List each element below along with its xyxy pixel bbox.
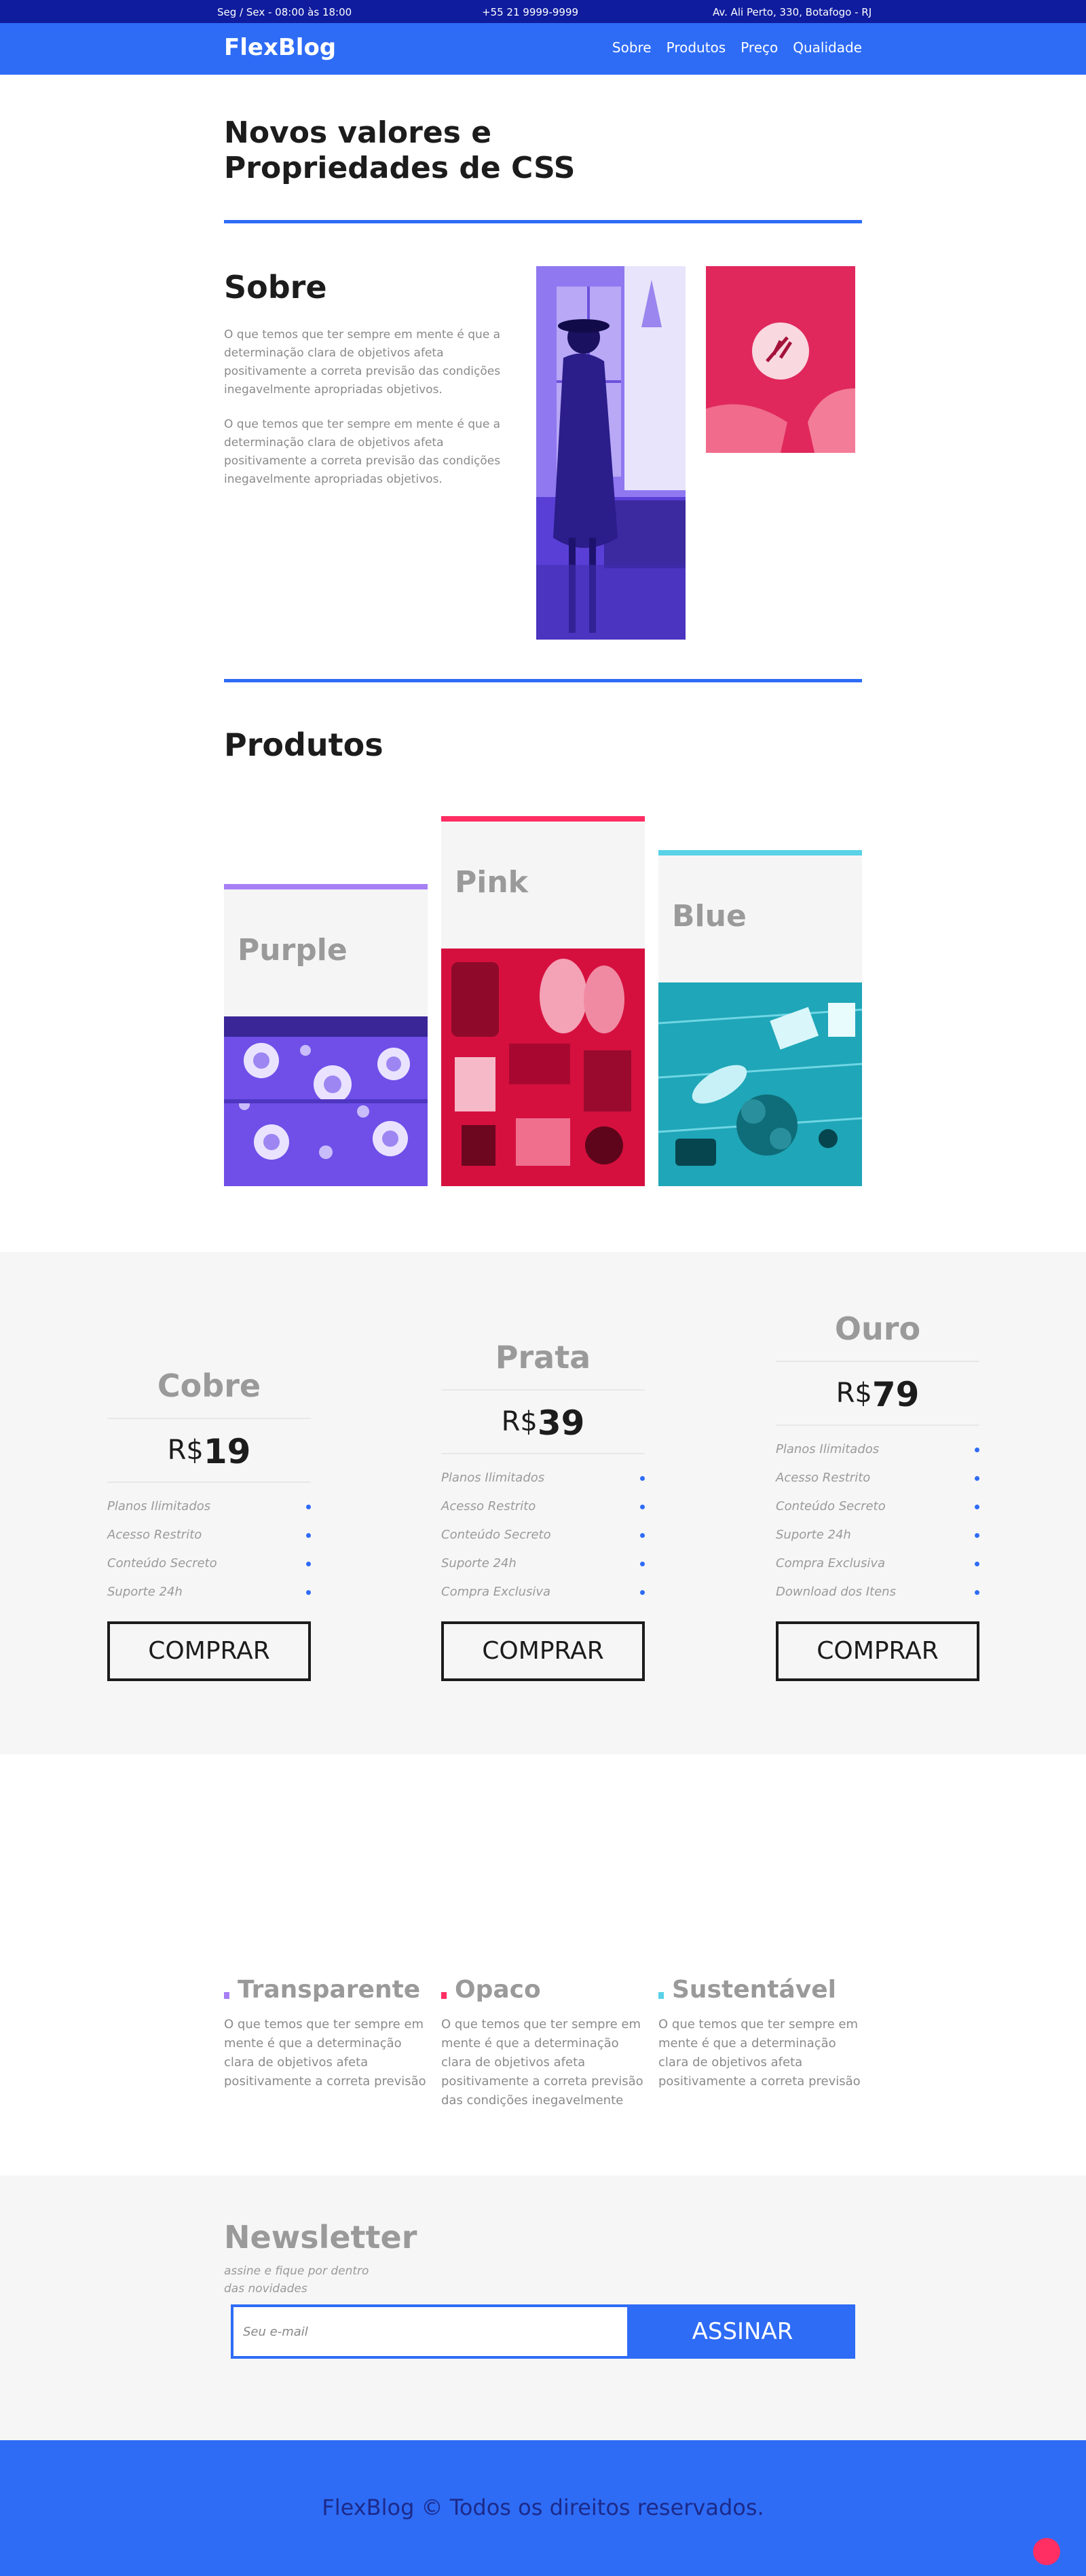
quality-item-title: Sustentável	[658, 1976, 862, 2002]
quality-item-text: O que temos que ter sempre em mente é qu…	[224, 2017, 426, 2089]
card-accent-bar	[224, 884, 428, 889]
feature-item: Conteúdo Secreto	[441, 1521, 645, 1549]
quality-item-sustentavel: Sustentável O que temos que ter sempre e…	[658, 1976, 862, 2091]
feature-item: Suporte 24h	[776, 1521, 979, 1549]
plan-name: Prata	[495, 1339, 591, 1376]
nav-link-produtos[interactable]: Produtos	[667, 39, 726, 56]
section-divider	[224, 220, 862, 223]
feature-item: Conteúdo Secreto	[107, 1549, 311, 1578]
quality-item-transparente: Transparente O que temos que ter sempre …	[224, 1976, 428, 2091]
price-value: 19	[203, 1432, 251, 1471]
price-value: 39	[537, 1403, 585, 1443]
chat-bubble-icon[interactable]	[1033, 2538, 1060, 2565]
feature-list: Planos Ilimitados Acesso Restrito Conteú…	[441, 1464, 645, 1606]
product-card-label: Blue	[672, 899, 747, 934]
nav-link-preco[interactable]: Preço	[741, 39, 778, 56]
feature-item: Acesso Restrito	[107, 1521, 311, 1549]
woman-at-window-photo	[536, 266, 686, 640]
table-setting-photo	[224, 1016, 428, 1186]
newsletter-title: Newsletter	[224, 2219, 417, 2256]
site-footer: FlexBlog © Todos os direitos reservados.	[0, 2440, 1086, 2576]
product-card-purple[interactable]: Purple	[224, 884, 428, 1186]
flatlay-boots-photo	[441, 949, 645, 1186]
product-card-blue[interactable]: Blue	[658, 850, 862, 1186]
price-value: 79	[872, 1375, 920, 1414]
feature-item: Planos Ilimitados	[441, 1464, 645, 1492]
flatlay-flowers-photo	[658, 982, 862, 1186]
card-accent-bar	[658, 850, 862, 855]
pricing-section: Cobre R$19 Planos Ilimitados Acesso Rest…	[0, 1252, 1086, 1754]
quality-item-opaco: Opaco O que temos que ter sempre em ment…	[441, 1976, 645, 2110]
nav-link-sobre[interactable]: Sobre	[612, 39, 652, 56]
address: Av. Ali Perto, 330, Botafogo - RJ	[713, 6, 872, 18]
quality-item-title: Opaco	[441, 1976, 645, 2002]
plan-name: Cobre	[157, 1367, 261, 1404]
sobre-paragraph: O que temos que ter sempre em mente é qu…	[224, 418, 501, 486]
divider	[107, 1482, 311, 1483]
feature-item: Compra Exclusiva	[776, 1549, 979, 1578]
quality-color-marker	[441, 1992, 447, 1999]
divider	[441, 1453, 645, 1454]
feature-item: Planos Ilimitados	[107, 1492, 311, 1521]
plan-name: Ouro	[834, 1310, 921, 1347]
quality-item-title: Transparente	[224, 1976, 428, 2002]
card-accent-bar	[441, 816, 645, 822]
produtos-title: Produtos	[224, 726, 383, 763]
hero-title: Novos valores e Propriedades de CSS	[224, 115, 576, 185]
copyright-text: FlexBlog © Todos os direitos reservados.	[322, 2495, 764, 2520]
product-card-pink[interactable]: Pink	[441, 816, 645, 1186]
hands-dried-flower-photo	[706, 266, 855, 453]
phone-number: +55 21 9999-9999	[482, 6, 579, 18]
sobre-paragraph: O que temos que ter sempre em mente é qu…	[224, 328, 501, 397]
divider	[776, 1424, 979, 1426]
sobre-title: Sobre	[224, 269, 327, 306]
plan-price: R$79	[776, 1362, 979, 1424]
feature-item: Acesso Restrito	[776, 1464, 979, 1492]
plan-ouro: Ouro R$79 Planos Ilimitados Acesso Restr…	[776, 1310, 979, 1606]
currency-symbol: R$	[836, 1378, 872, 1409]
plan-prata: Prata R$39 Planos Ilimitados Acesso Rest…	[441, 1339, 645, 1606]
feature-list: Planos Ilimitados Acesso Restrito Conteú…	[107, 1492, 311, 1606]
feature-item: Conteúdo Secreto	[776, 1492, 979, 1521]
buy-button-prata[interactable]: COMPRAR	[441, 1621, 645, 1681]
email-input[interactable]	[231, 2304, 630, 2359]
product-card-label: Purple	[238, 933, 348, 968]
currency-symbol: R$	[167, 1435, 204, 1466]
logo[interactable]: FlexBlog	[224, 34, 336, 61]
top-info-bar: Seg / Sex - 08:00 às 18:00 +55 21 9999-9…	[0, 0, 1086, 23]
newsletter-subtitle: assine e fique por dentro das novidades	[224, 2264, 369, 2296]
quality-color-marker	[658, 1992, 664, 1999]
quality-item-text: O que temos que ter sempre em mente é qu…	[658, 2017, 861, 2089]
feature-item: Planos Ilimitados	[776, 1435, 979, 1464]
subscribe-button[interactable]: ASSINAR	[630, 2304, 855, 2359]
opening-hours: Seg / Sex - 08:00 às 18:00	[217, 6, 352, 18]
section-divider	[224, 679, 862, 682]
buy-button-cobre[interactable]: COMPRAR	[107, 1621, 311, 1681]
feature-item: Suporte 24h	[107, 1578, 311, 1606]
feature-item: Suporte 24h	[441, 1549, 645, 1578]
plan-price: R$19	[107, 1419, 311, 1482]
feature-item: Download dos Itens	[776, 1578, 979, 1606]
plan-price: R$39	[441, 1391, 645, 1453]
site-header: FlexBlog Sobre Produtos Preço Qualidade	[0, 23, 1086, 75]
main-nav: Sobre Produtos Preço Qualidade	[612, 39, 862, 56]
buy-button-ouro[interactable]: COMPRAR	[776, 1621, 979, 1681]
nav-link-qualidade[interactable]: Qualidade	[793, 39, 862, 56]
plan-cobre: Cobre R$19 Planos Ilimitados Acesso Rest…	[107, 1367, 311, 1606]
feature-item: Acesso Restrito	[441, 1492, 645, 1521]
quality-color-marker	[224, 1992, 229, 1999]
currency-symbol: R$	[501, 1406, 538, 1437]
quality-item-text: O que temos que ter sempre em mente é qu…	[441, 2017, 643, 2108]
newsletter-section: Newsletter assine e fique por dentro das…	[0, 2175, 1086, 2440]
feature-list: Planos Ilimitados Acesso Restrito Conteú…	[776, 1435, 979, 1606]
feature-item: Compra Exclusiva	[441, 1578, 645, 1606]
product-card-label: Pink	[455, 865, 528, 900]
